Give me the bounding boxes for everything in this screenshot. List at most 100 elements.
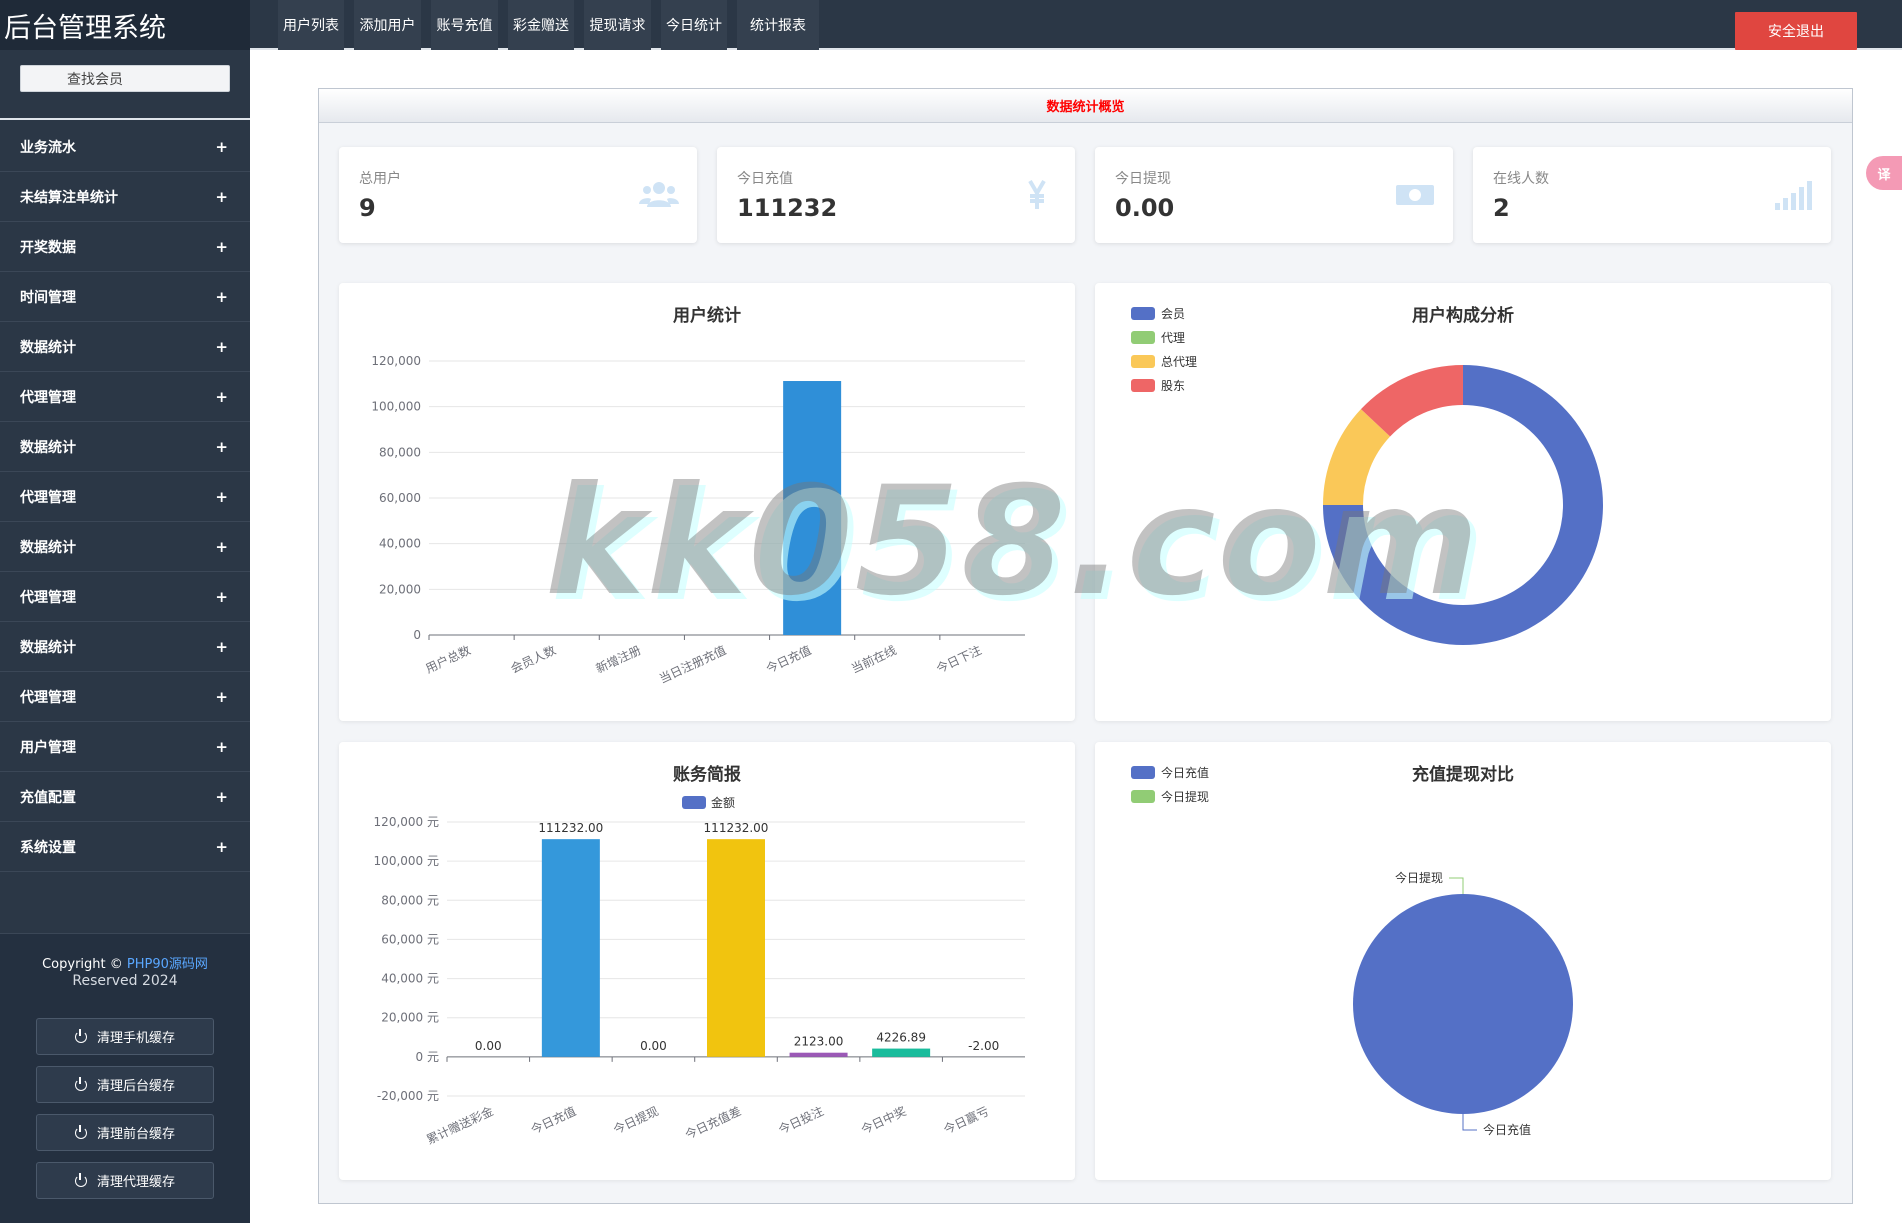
clear-cache-button[interactable]: 清理代理缓存 bbox=[36, 1162, 214, 1199]
legend-label: 代理 bbox=[1161, 331, 1185, 345]
stat-card-today-recharge: 今日充值 111232 bbox=[717, 147, 1075, 243]
sidebar-menu-item[interactable]: 系统设置 + bbox=[0, 822, 250, 872]
y-tick-label: 60,000 元 bbox=[381, 932, 439, 946]
finance-brief-chart-card: 账务简报 金额 -20,000 元 0 元 20,000 元 40,000 元 60,000… bbox=[339, 742, 1075, 1180]
reserved-text: Reserved 2024 bbox=[72, 973, 178, 989]
panel-title: 数据统计概览 bbox=[319, 89, 1852, 123]
sidebar-menu-item[interactable]: 数据统计 + bbox=[0, 322, 250, 372]
legend-swatch bbox=[1131, 307, 1155, 320]
power-icon bbox=[74, 1172, 87, 1187]
legend-label: 今日提现 bbox=[1161, 789, 1209, 804]
find-member-button[interactable]: 查找会员 bbox=[20, 65, 230, 92]
x-tick-label: 当前在线 bbox=[849, 642, 899, 676]
sidebar-menu-item[interactable]: 时间管理 + bbox=[0, 272, 250, 322]
signal-bars-icon bbox=[1775, 181, 1812, 210]
menu-item-label: 未结算注单统计 bbox=[20, 189, 118, 206]
legend-swatch bbox=[1131, 766, 1155, 779]
logout-button[interactable]: 安全退出 bbox=[1735, 12, 1857, 50]
sidebar-menu-item[interactable]: 充值配置 + bbox=[0, 772, 250, 822]
sidebar-menu-item[interactable]: 代理管理 + bbox=[0, 672, 250, 722]
legend-swatch bbox=[1131, 379, 1155, 392]
legend-swatch bbox=[1131, 790, 1155, 803]
expand-plus-icon: + bbox=[215, 237, 228, 256]
x-tick-label: 当日注册充值 bbox=[657, 642, 729, 686]
power-icon bbox=[74, 1028, 87, 1043]
sidebar-menu: 业务流水 + 未结算注单统计 + 开奖数据 + 时间管理 + 数据统计 + 代理管理 + 数据统计 + 代理… bbox=[0, 122, 250, 872]
chart-title: 用户统计 bbox=[673, 305, 741, 326]
top-navbar: 用户列表 添加用户 账号充值 彩金赠送 提现请求 今日统计 统计报表 安全退出 bbox=[250, 0, 1902, 50]
nav-tab[interactable]: 今日统计 bbox=[661, 0, 727, 50]
power-icon bbox=[74, 1076, 87, 1091]
legend-swatch bbox=[1131, 355, 1155, 368]
expand-plus-icon: + bbox=[215, 537, 228, 556]
legend-swatch bbox=[682, 796, 706, 809]
bar bbox=[541, 839, 600, 1057]
sidebar-menu-item[interactable]: 数据统计 + bbox=[0, 422, 250, 472]
sidebar-menu-item[interactable]: 代理管理 + bbox=[0, 572, 250, 622]
expand-plus-icon: + bbox=[215, 337, 228, 356]
y-tick-label: 60,000 bbox=[379, 491, 421, 505]
legend-label: 今日充值 bbox=[1161, 765, 1209, 780]
sidebar-menu-item[interactable]: 业务流水 + bbox=[0, 122, 250, 172]
menu-item-label: 数据统计 bbox=[20, 639, 76, 656]
nav-tab[interactable]: 账号充值 bbox=[431, 0, 498, 50]
y-tick-label: 100,000 bbox=[371, 400, 421, 414]
data-label: 111232.00 bbox=[704, 821, 769, 835]
stat-card-online: 在线人数 2 bbox=[1473, 147, 1831, 243]
nav-tab[interactable]: 提现请求 bbox=[584, 0, 651, 50]
data-label: 0.00 bbox=[640, 1039, 667, 1053]
data-label: 4226.89 bbox=[876, 1031, 926, 1045]
menu-item-label: 代理管理 bbox=[20, 389, 76, 406]
nav-tab[interactable]: 用户列表 bbox=[278, 0, 344, 50]
slice-label: 今日提现 bbox=[1395, 870, 1443, 885]
stat-card-today-withdraw: 今日提现 0.00 bbox=[1095, 147, 1453, 243]
menu-item-label: 业务流水 bbox=[20, 139, 76, 156]
clear-cache-button[interactable]: 清理前台缓存 bbox=[36, 1114, 214, 1151]
sidebar-menu-item[interactable]: 用户管理 + bbox=[0, 722, 250, 772]
bar bbox=[872, 1048, 931, 1057]
menu-item-label: 代理管理 bbox=[20, 689, 76, 706]
y-tick-label: 40,000 元 bbox=[381, 972, 439, 986]
translate-icon[interactable]: 译 bbox=[1866, 156, 1902, 190]
recharge-withdraw-chart-card: 充值提现对比 今日充值 今日提现 今日充值 今日提现 bbox=[1095, 742, 1831, 1180]
sidebar-menu-item[interactable]: 代理管理 + bbox=[0, 472, 250, 522]
nav-tab[interactable]: 添加用户 bbox=[354, 0, 421, 50]
sidebar-menu-item[interactable]: 数据统计 + bbox=[0, 522, 250, 572]
x-tick-label: 今日投注 bbox=[776, 1103, 826, 1137]
sidebar-search-area: 查找会员 bbox=[0, 50, 250, 120]
chart-title: 账务简报 bbox=[673, 764, 741, 785]
expand-plus-icon: + bbox=[215, 737, 228, 756]
sidebar-menu-item[interactable]: 代理管理 + bbox=[0, 372, 250, 422]
copyright-text: Copyright © bbox=[42, 957, 123, 972]
clear-cache-button[interactable]: 清理后台缓存 bbox=[36, 1066, 214, 1103]
x-tick-label: 今日提现 bbox=[611, 1103, 661, 1137]
sidebar-menu-item[interactable]: 未结算注单统计 + bbox=[0, 172, 250, 222]
stat-label: 今日提现 bbox=[1115, 171, 1171, 187]
expand-plus-icon: + bbox=[215, 137, 228, 156]
x-tick-label: 新增注册 bbox=[593, 642, 643, 676]
expand-plus-icon: + bbox=[215, 387, 228, 406]
menu-item-label: 系统设置 bbox=[20, 839, 76, 856]
data-label: 0.00 bbox=[475, 1039, 502, 1053]
money-bill-icon bbox=[1396, 185, 1434, 205]
legend-label: 股东 bbox=[1161, 379, 1185, 393]
nav-tab[interactable]: 彩金赠送 bbox=[508, 0, 574, 50]
nav-tab[interactable]: 统计报表 bbox=[737, 0, 819, 50]
sidebar-menu-item[interactable]: 开奖数据 + bbox=[0, 222, 250, 272]
x-tick-label: 今日中奖 bbox=[859, 1103, 909, 1137]
user-stats-chart-card: 用户统计 0 20,000 40,000 60,000 80,000 100,000 120,… bbox=[339, 283, 1075, 721]
clear-cache-button[interactable]: 清理手机缓存 bbox=[36, 1018, 214, 1055]
x-tick-label: 今日充值 bbox=[764, 642, 814, 676]
y-tick-label: 0 元 bbox=[416, 1050, 439, 1064]
button-label: 清理前台缓存 bbox=[96, 1127, 175, 1142]
expand-plus-icon: + bbox=[215, 837, 228, 856]
legend-label: 金额 bbox=[711, 795, 735, 810]
sidebar-menu-item[interactable]: 数据统计 + bbox=[0, 622, 250, 672]
button-label: 清理后台缓存 bbox=[96, 1079, 175, 1094]
copyright-link[interactable]: PHP90源码网 bbox=[127, 957, 208, 972]
expand-plus-icon: + bbox=[215, 287, 228, 306]
y-tick-label: -20,000 元 bbox=[377, 1089, 439, 1103]
power-icon bbox=[74, 1124, 87, 1139]
expand-plus-icon: + bbox=[215, 587, 228, 606]
pie-slice bbox=[1353, 894, 1573, 1114]
